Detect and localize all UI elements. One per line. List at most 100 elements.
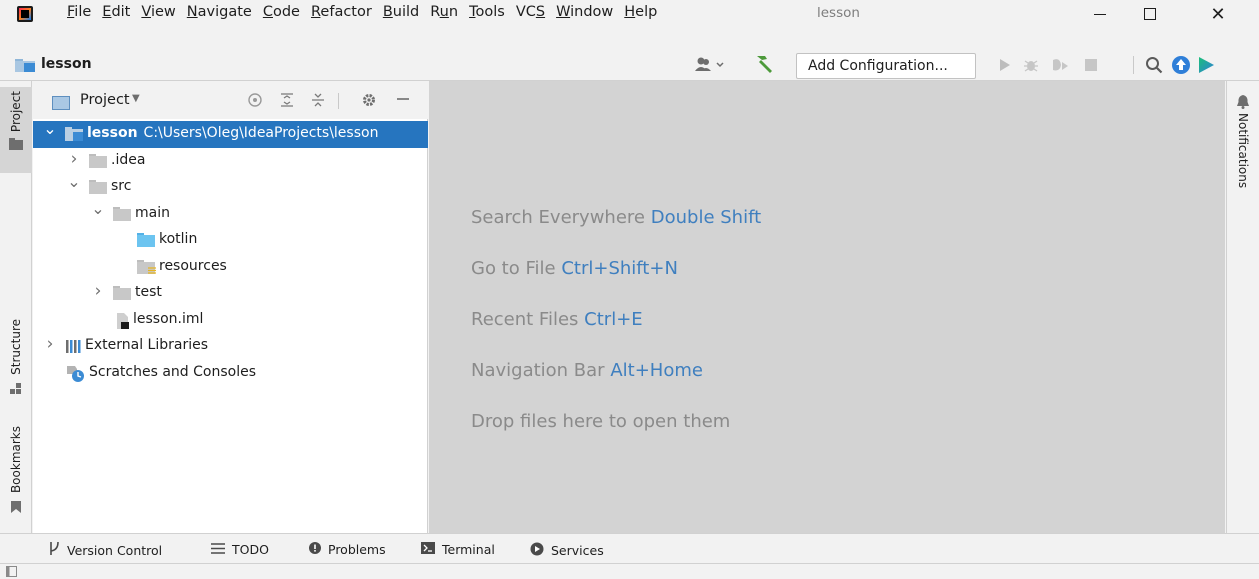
project-tab-label: Project: [9, 91, 23, 133]
breadcrumb-project[interactable]: lesson: [41, 56, 92, 72]
editor-empty-area[interactable]: Search Everywhere Double Shift Go to File…: [429, 81, 1225, 533]
menu-item[interactable]: Refactor: [311, 4, 372, 20]
terminal-icon: [421, 542, 435, 557]
bookmarks-tab-label: Bookmarks: [9, 426, 23, 494]
menu-item-label: avigate: [197, 4, 252, 20]
debug-icon[interactable]: [1021, 55, 1041, 75]
folder-icon: [113, 206, 131, 221]
services-label: Services: [551, 543, 604, 558]
editor-hint: Navigation Bar Alt+Home: [471, 360, 703, 381]
tree-node[interactable]: lesson.iml: [33, 307, 428, 334]
menu-item[interactable]: Navigate: [187, 4, 252, 20]
minimize-icon[interactable]: [1080, 0, 1120, 28]
select-opened-file-icon[interactable]: [246, 92, 264, 110]
menu-item[interactable]: Help: [624, 4, 657, 20]
search-icon[interactable]: [1144, 55, 1164, 75]
tree-node[interactable]: › .idea: [33, 148, 428, 175]
tree-node[interactable]: kotlin: [33, 227, 428, 254]
menu-item[interactable]: View: [141, 4, 175, 20]
menu-item[interactable]: Tools: [469, 4, 505, 20]
coverage-icon[interactable]: [1050, 55, 1070, 75]
left-tool-stripe: Project Structure Bookmarks: [0, 81, 32, 533]
structure-tool-tab[interactable]: Structure: [0, 319, 32, 409]
tree-node[interactable]: ⌄ lesson C:\Users\Oleg\IdeaProjects\lesson: [33, 119, 428, 148]
add-configuration-button[interactable]: Add Configuration...: [796, 53, 976, 79]
menu-item[interactable]: Build: [383, 4, 419, 20]
bookmarks-tool-tab[interactable]: Bookmarks: [0, 426, 32, 520]
bell-icon: [1237, 95, 1249, 109]
build-hammer-icon[interactable]: [753, 54, 773, 74]
tree-node[interactable]: › External Libraries: [33, 333, 428, 360]
folder-icon: [89, 153, 107, 168]
hint-text: Drop files here to open them: [471, 411, 731, 432]
tree-node-name: main: [135, 204, 170, 221]
tree-node-label: Scratches and Consoles: [89, 364, 256, 380]
project-view-selector[interactable]: Project: [80, 92, 130, 108]
tree-node[interactable]: ⌄ main: [33, 199, 428, 228]
todo-tab[interactable]: TODO: [211, 542, 269, 557]
tree-node-name: .idea: [111, 151, 146, 168]
menu-item-label: dit: [111, 4, 131, 20]
todo-label: TODO: [232, 542, 269, 557]
expand-all-icon[interactable]: [278, 92, 296, 110]
version-control-tab[interactable]: Version Control: [49, 541, 162, 558]
terminal-tab[interactable]: Terminal: [421, 542, 495, 557]
header-separator: [338, 93, 339, 109]
tree-node-path: C:\Users\Oleg\IdeaProjects\lesson: [143, 125, 379, 141]
hint-shortcut: Ctrl+Shift+N: [561, 258, 678, 279]
problems-icon: [309, 542, 321, 557]
code-with-me-icon[interactable]: [1196, 55, 1216, 75]
bookmark-icon: [11, 501, 21, 514]
right-tool-stripe: Notifications: [1226, 81, 1259, 533]
chevron-right-icon[interactable]: ›: [67, 149, 81, 169]
tree-node-label: External Libraries: [85, 337, 208, 353]
chevron-down-icon[interactable]: ⌄: [43, 119, 57, 138]
close-icon[interactable]: ✕: [1198, 0, 1238, 28]
menu-item[interactable]: Run: [430, 4, 458, 20]
menu-item[interactable]: Edit: [102, 4, 130, 20]
tree-node-name: test: [135, 284, 162, 300]
services-icon: [530, 542, 544, 559]
collapse-all-icon[interactable]: [309, 92, 327, 110]
services-tab[interactable]: Services: [530, 542, 604, 559]
problems-tab[interactable]: Problems: [309, 542, 386, 557]
chevron-right-icon[interactable]: ›: [43, 334, 57, 354]
menu-item[interactable]: Window: [556, 4, 613, 20]
chevron-down-icon[interactable]: ⌄: [67, 172, 81, 191]
chevron-down-icon[interactable]: ▼: [132, 93, 140, 104]
tree-node[interactable]: ⌄ src: [33, 172, 428, 201]
tree-node[interactable]: Scratches and Consoles: [33, 360, 428, 387]
structure-icon: [10, 382, 21, 394]
project-tool-tab[interactable]: Project: [0, 87, 32, 173]
menu-item-prefix: VC: [515, 4, 536, 20]
toggle-tool-windows-icon[interactable]: [6, 566, 17, 577]
tree-node-label: src: [111, 178, 131, 194]
project-panel-header: Project ▼: [33, 81, 428, 119]
chevron-down-icon[interactable]: ⌄: [91, 199, 105, 218]
editor-hint: Recent Files Ctrl+E: [471, 309, 643, 330]
stop-icon[interactable]: [1081, 55, 1101, 75]
intellij-logo-icon[interactable]: [17, 6, 33, 22]
ide-update-icon[interactable]: [1171, 55, 1191, 75]
gear-icon[interactable]: [360, 92, 378, 110]
menu-item[interactable]: File: [67, 4, 91, 20]
user-icon[interactable]: [695, 56, 724, 72]
hide-panel-icon[interactable]: [394, 92, 412, 110]
maximize-icon[interactable]: [1130, 0, 1170, 28]
menu-item[interactable]: Code: [263, 4, 300, 20]
notifications-tool-tab[interactable]: Notifications: [1227, 95, 1259, 205]
menu-item-label: n: [448, 4, 459, 20]
structure-tab-label: Structure: [9, 319, 23, 375]
tree-node-name: lesson: [87, 125, 138, 141]
menu-item[interactable]: VCS: [516, 4, 545, 20]
hint-shortcut: Double Shift: [650, 207, 762, 228]
tree-node[interactable]: › test: [33, 280, 428, 307]
tree-node[interactable]: resources: [33, 254, 428, 281]
menu-item-label: indow: [570, 4, 614, 20]
project-folder-icon: [15, 57, 37, 77]
menu-item-mnemonic: C: [262, 4, 273, 20]
chevron-right-icon[interactable]: ›: [91, 281, 105, 301]
folder-icon: [9, 138, 23, 151]
notifications-tab-label: Notifications: [1236, 113, 1250, 189]
run-icon[interactable]: [995, 55, 1015, 75]
